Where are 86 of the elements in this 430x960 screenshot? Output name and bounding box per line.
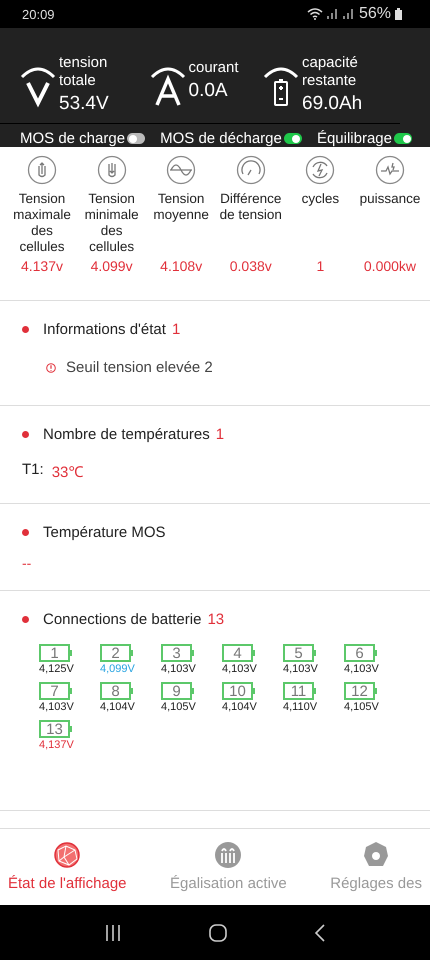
warning-icon (46, 362, 56, 372)
sine-wave-icon (166, 155, 196, 185)
signal-icon (342, 9, 355, 19)
cell-battery: 1 (39, 644, 70, 662)
cell-battery: 6 (344, 644, 375, 662)
wifi-icon (306, 8, 323, 20)
count: 1 (172, 321, 180, 338)
cell-voltage: 4,125V (39, 663, 74, 675)
cell-battery: 9 (161, 682, 192, 700)
section-title: Nombre de températures (43, 426, 210, 443)
pulse-icon (374, 155, 405, 185)
toggle-label: Équilibrage (316, 130, 392, 147)
metric-value: 0.0A (188, 78, 229, 102)
cell-voltage: 4,137V (39, 739, 74, 751)
cell-battery: 10 (222, 682, 253, 700)
cell-voltage: 4,104V (100, 701, 135, 713)
arrow-up-icon (27, 155, 57, 185)
stat-label: puissance (360, 191, 420, 208)
toggle-switch[interactable] (394, 133, 412, 144)
sensor-label: T1: (22, 461, 44, 480)
alert-text: Seuil tension elevée 2 (66, 359, 213, 376)
cell-battery: 2 (100, 644, 131, 662)
signal-icon (326, 9, 339, 19)
cell-voltage: 4,103V (283, 663, 318, 675)
stat-label: Différence de tension (218, 191, 283, 224)
cell-voltage: 4,110V (283, 701, 318, 713)
count: 1 (216, 426, 224, 443)
cell-battery: 8 (100, 682, 131, 700)
stat-value: 0.000kw (364, 257, 416, 275)
cell-voltage: 4,103V (39, 701, 74, 713)
metric-value: 69.0Ah (302, 92, 364, 116)
stat-label: Tension maximale des cellules (12, 191, 72, 255)
gift-icon (214, 841, 242, 869)
nav-tab[interactable]: État de l'affichage (8, 841, 127, 905)
nav-tab[interactable]: Réglages des (330, 841, 422, 905)
cell-voltage: 4,103V (222, 663, 257, 675)
temperature-value: -- (22, 555, 32, 571)
cell-voltage: 4,105V (161, 701, 196, 713)
home-icon[interactable] (208, 922, 228, 942)
bullet-dot (22, 431, 29, 438)
toggle-label: MOS de décharge (160, 130, 282, 147)
metric-label: capacité restante (302, 54, 359, 90)
cell-battery: 7 (39, 682, 70, 700)
nav-tab[interactable]: Égalisation active (170, 841, 287, 905)
cell-battery: 5 (283, 644, 314, 662)
stat-value: 4.099v (90, 257, 133, 275)
battery-percent: 56% (358, 5, 391, 23)
stat-value: 0.038v (230, 257, 272, 275)
cell-battery: 4 (222, 644, 253, 662)
cell-voltage: 4,103V (344, 663, 379, 675)
cell-voltage: 4,104V (222, 701, 257, 713)
temperature-value: 33℃ (52, 463, 84, 481)
cell-voltage: 4,099V (100, 663, 135, 675)
clock: 20:09 (22, 6, 55, 22)
cell-voltage: 4,105V (344, 701, 379, 713)
metric-value: 53.4V (59, 92, 110, 116)
stat-label: cycles (302, 191, 340, 208)
cell-battery: 13 (39, 720, 70, 738)
stat-label: Tension moyenne (152, 191, 210, 224)
section-title: Température MOS (43, 524, 166, 541)
bullet-dot (22, 529, 29, 536)
metric-label: courant (188, 58, 240, 76)
back-icon[interactable] (313, 922, 328, 942)
stat-value: 1 (316, 257, 324, 275)
gauge-icon (236, 155, 266, 185)
cycle-icon (305, 155, 336, 185)
section-title: Informations d'état (43, 321, 166, 338)
toggle-label: MOS de charge (20, 130, 126, 147)
toggle-switch[interactable] (284, 133, 302, 144)
battery-icon (395, 8, 402, 20)
metric-label: tension totale (59, 54, 108, 90)
count: 13 (207, 611, 224, 628)
network-globe-icon (53, 841, 82, 869)
cell-battery: 11 (283, 682, 314, 700)
cell-voltage: 4,103V (161, 663, 196, 675)
cell-battery: 3 (161, 644, 192, 662)
stat-label: Tension minimale des cellules (84, 191, 140, 255)
settings-icon (362, 841, 390, 869)
toggle-switch[interactable] (127, 133, 146, 144)
section-title: Connections de batterie (43, 611, 202, 628)
cell-battery: 12 (344, 682, 375, 700)
arrow-down-icon (96, 155, 127, 185)
stat-value: 4.108v (160, 257, 202, 275)
stat-value: 4.137v (20, 257, 64, 275)
bullet-dot (22, 616, 29, 623)
bullet-dot (22, 326, 29, 333)
